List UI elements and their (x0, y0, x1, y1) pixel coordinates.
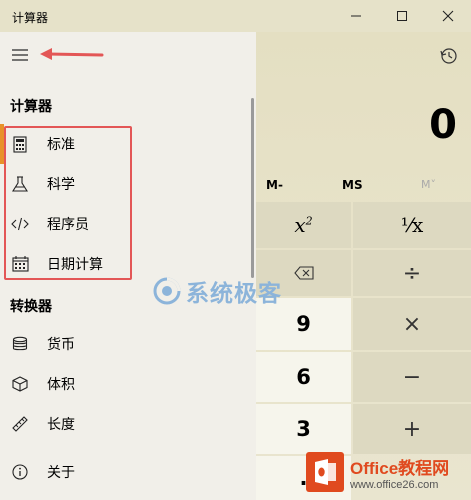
digit-6-button[interactable]: 6 (256, 352, 351, 402)
history-icon (440, 48, 457, 64)
section-calculator-heading: 计算器 (10, 99, 52, 115)
nav-item-label: 关于 (47, 465, 75, 481)
nav-item-length[interactable]: 长度 (0, 404, 250, 444)
cube-icon (11, 375, 29, 393)
backspace-icon (293, 266, 314, 280)
annotation-arrow-icon (40, 48, 104, 60)
navigation-pane: 计算器 标准 科学 程序员 日期计算 转换器 货币 体积 长度 关于 (0, 32, 256, 500)
nav-item-label: 货币 (47, 337, 75, 353)
memory-dropdown-button[interactable]: M˅ (421, 178, 436, 191)
nav-item-about[interactable]: 关于 (0, 452, 250, 492)
memory-store-button[interactable]: MS (342, 178, 363, 192)
result-display: 0 (429, 102, 457, 148)
maximize-icon (397, 11, 407, 21)
currency-icon (11, 335, 29, 353)
info-icon (11, 463, 29, 481)
scrollbar[interactable] (251, 98, 254, 278)
menu-button[interactable] (8, 44, 32, 66)
history-button[interactable] (437, 44, 461, 68)
title-bar: 计算器 (0, 0, 471, 32)
close-icon (442, 10, 454, 22)
nav-item-label: 体积 (47, 377, 75, 393)
minimize-icon (351, 15, 361, 17)
reciprocal-button[interactable]: ⅟x (353, 202, 471, 248)
section-converter-heading: 转换器 (10, 299, 52, 315)
square-button[interactable]: x2 (256, 202, 351, 248)
memory-subtract-button[interactable]: M- (266, 178, 283, 192)
window-title: 计算器 (12, 11, 49, 25)
nav-item-currency[interactable]: 货币 (0, 324, 250, 364)
calculator-area: 0 M- MS M˅ x2 ⅟x ÷ 9 × 6 − 3 + . (256, 32, 471, 500)
annotation-highlight-box (4, 126, 132, 280)
ruler-icon (11, 415, 29, 433)
close-button[interactable] (425, 0, 471, 32)
office-logo-icon (306, 452, 344, 492)
minimize-button[interactable] (333, 0, 379, 32)
nav-item-volume[interactable]: 体积 (0, 364, 250, 404)
nav-item-label: 长度 (47, 417, 75, 433)
watermark-office26: Office教程网 www.office26.com (306, 446, 468, 498)
watermark-logo-icon (153, 277, 181, 305)
minus-button[interactable]: − (353, 352, 471, 402)
watermark-xtgeek: 系统极客 (152, 274, 282, 308)
hamburger-icon (12, 49, 28, 61)
divide-button[interactable]: ÷ (353, 250, 471, 296)
multiply-button[interactable]: × (353, 298, 471, 350)
maximize-button[interactable] (379, 0, 425, 32)
